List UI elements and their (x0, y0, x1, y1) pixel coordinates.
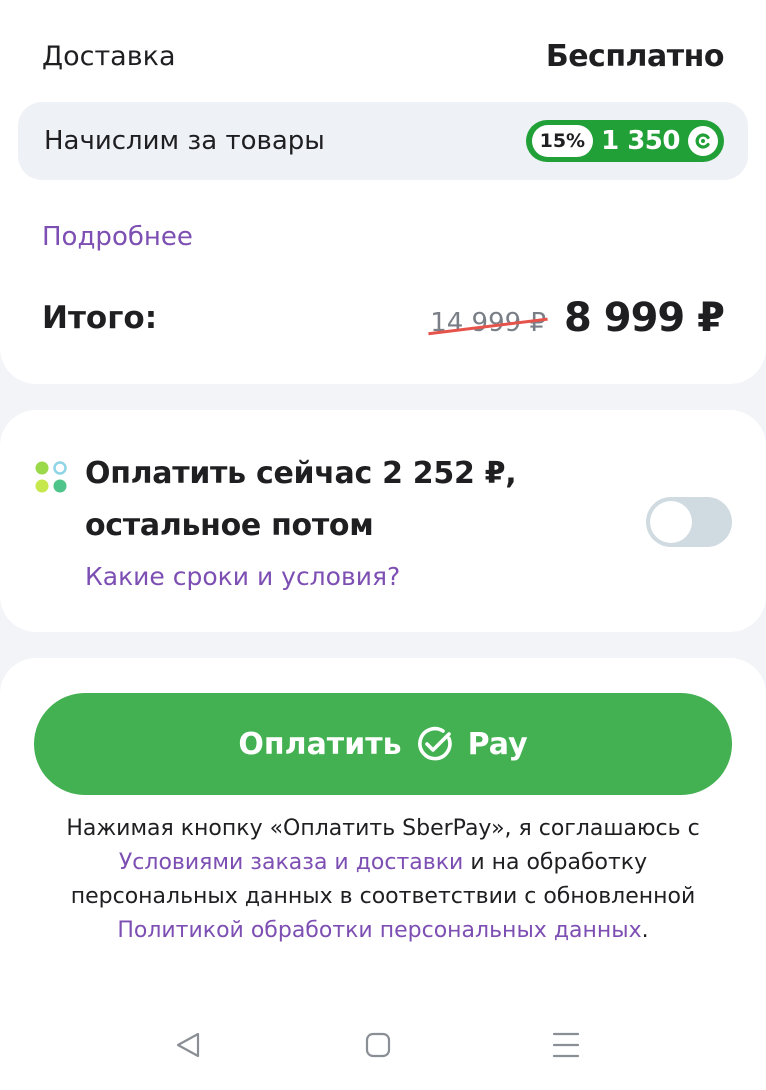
bonus-row: Начислим за товары 15% 1 350 (18, 102, 748, 180)
square-home-icon[interactable] (358, 1025, 398, 1065)
new-price: 8 999 ₽ (563, 295, 725, 341)
delivery-row: Доставка Бесплатно (42, 36, 725, 76)
bonus-badge: 15% 1 350 (525, 120, 724, 162)
split-payment-toggle[interactable] (646, 497, 732, 547)
split-payment-line1: Оплатить сейчас 2 252 ₽, (85, 456, 517, 491)
pay-sberpay-button[interactable]: Оплатить Pay (34, 693, 732, 795)
bonus-amount: 1 350 (601, 126, 680, 156)
order-summary-card: Доставка Бесплатно Начислим за товары 15… (0, 0, 766, 384)
total-row: Итого: 14 999 ₽ 8 999 ₽ (42, 292, 725, 344)
order-terms-link[interactable]: Условиями заказа и доставки (119, 850, 463, 875)
privacy-policy-link[interactable]: Политикой обработки персональных данных (117, 918, 641, 943)
price-group: 14 999 ₽ 8 999 ₽ (430, 295, 725, 341)
more-details-link[interactable]: Подробнее (42, 222, 193, 252)
terms-link[interactable]: Какие сроки и условия? (85, 562, 400, 591)
check-circle-icon (416, 725, 454, 763)
bonus-label: Начислим за товары (44, 126, 325, 156)
split-payment-line2: остальное потом (85, 508, 374, 543)
total-label: Итого: (42, 300, 158, 336)
split-payment-title: Оплатить сейчас 2 252 ₽, остальное потом (85, 448, 605, 552)
delivery-value: Бесплатно (545, 38, 725, 74)
bonus-coin-icon (688, 126, 718, 156)
delivery-label: Доставка (42, 40, 176, 72)
four-dots-icon (34, 460, 68, 494)
pay-button-brand: Pay (467, 726, 528, 762)
bonus-percent: 15% (531, 125, 594, 157)
toggle-knob (650, 501, 692, 543)
legal-suffix: . (641, 918, 649, 943)
old-price: 14 999 ₽ (430, 308, 546, 338)
triangle-back-icon[interactable] (168, 1025, 208, 1065)
legal-prefix: Нажимая кнопку «Оплатить SberPay», я сог… (66, 816, 700, 841)
pay-button-label: Оплатить (238, 726, 402, 762)
legal-consent-text: Нажимая кнопку «Оплатить SberPay», я сог… (40, 812, 726, 948)
three-lines-menu-icon[interactable] (546, 1025, 586, 1065)
